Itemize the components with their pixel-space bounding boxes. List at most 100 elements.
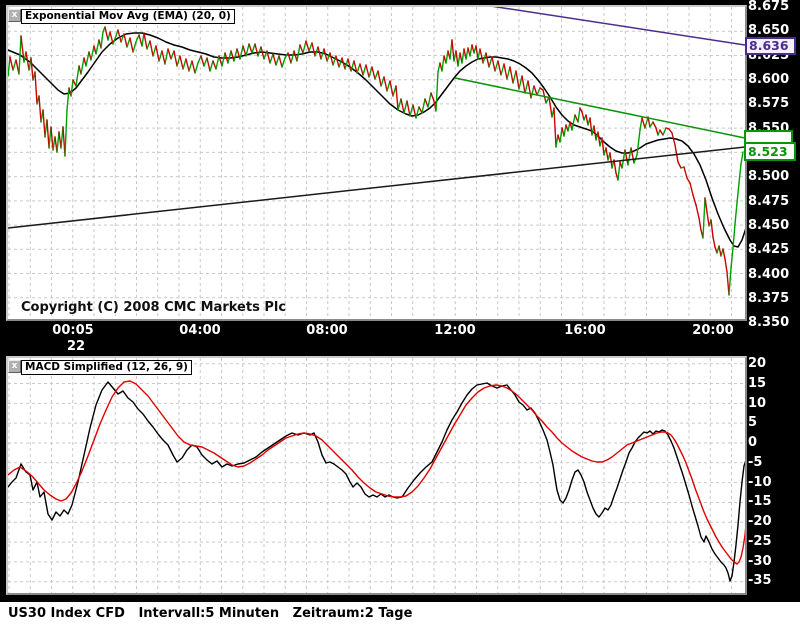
- price-segment: [627, 147, 632, 166]
- close-icon[interactable]: x: [8, 360, 21, 373]
- price-segment: [722, 248, 726, 260]
- price-segment: [359, 63, 364, 76]
- price-segment: [194, 62, 199, 74]
- price-segment: [563, 124, 567, 137]
- status-text: US30 Index CFD Intervall:5 Minuten Zeitr…: [8, 606, 413, 621]
- price-segment: [290, 50, 295, 64]
- trendline-descending-green[interactable]: [454, 77, 745, 139]
- price-segment: [302, 40, 307, 54]
- macd-indicator-tag: x MACD Simplified (12, 26, 9): [8, 360, 192, 375]
- macd-axis-tick: -35: [748, 573, 772, 588]
- price-segment: [386, 80, 391, 92]
- price-chart-panel: x Exponential Mov Avg (EMA) (20, 0) Copy…: [6, 5, 747, 321]
- price-segment: [299, 44, 304, 54]
- price-segment: [212, 60, 217, 70]
- price-segment: [380, 76, 385, 87]
- price-axis: 8.6758.6508.6258.6008.5758.5508.5258.500…: [748, 0, 800, 625]
- macd-axis-tick: -30: [748, 554, 772, 569]
- price-segment: [34, 71, 38, 105]
- price-segment: [593, 125, 597, 141]
- macd-indicator-label[interactable]: MACD Simplified (12, 26, 9): [21, 360, 192, 375]
- price-segment: [530, 85, 535, 99]
- time-axis-label: 12:00: [434, 323, 476, 338]
- price-segment: [66, 87, 70, 111]
- price-segment: [710, 219, 714, 238]
- macd-axis-tick: -20: [748, 514, 772, 529]
- price-segment: [209, 60, 214, 72]
- price-segment: [8, 56, 11, 77]
- price-segment: [718, 245, 722, 257]
- price-segment: [64, 109, 68, 157]
- copyright-text: Copyright (C) 2008 CMC Markets Plc: [21, 300, 287, 315]
- price-segment: [308, 42, 313, 52]
- macd-axis-tick: 5: [748, 415, 758, 430]
- price-segment: [734, 202, 738, 225]
- price-segment: [617, 161, 621, 181]
- price-segment: [728, 267, 732, 296]
- price-segment: [577, 107, 581, 123]
- price-segment: [38, 95, 42, 123]
- price-segment: [12, 59, 17, 71]
- price-segment: [597, 131, 601, 147]
- price-segment: [383, 76, 388, 92]
- ema-indicator-label[interactable]: Exponential Mov Avg (EMA) (20, 0): [21, 9, 235, 24]
- price-segment: [605, 147, 609, 161]
- price-segment: [362, 64, 367, 76]
- price-segment: [149, 40, 154, 57]
- price-segment: [488, 56, 493, 68]
- price-segment: [30, 57, 34, 81]
- price-axis-tick: 8.600: [748, 72, 790, 87]
- trend-level-box-purple: 8.636: [745, 37, 796, 55]
- price-axis-tick: 8.350: [748, 315, 790, 330]
- price-segment: [254, 43, 259, 57]
- price-segment: [738, 163, 742, 184]
- price-segment: [581, 111, 585, 121]
- price-segment: [435, 71, 439, 112]
- trendline-descending-purple[interactable]: [471, 7, 745, 46]
- price-segment: [230, 50, 235, 62]
- close-icon[interactable]: x: [8, 9, 21, 22]
- price-chart-canvas[interactable]: [8, 7, 745, 319]
- price-segment: [451, 39, 455, 62]
- price-segment: [173, 50, 178, 67]
- price-segment: [555, 134, 559, 148]
- time-axis-label: 00:05: [52, 323, 94, 338]
- price-segment: [712, 236, 716, 248]
- price-segment: [736, 182, 740, 204]
- price-segment: [311, 42, 316, 57]
- price-segment: [123, 33, 128, 48]
- price-segment: [365, 64, 370, 78]
- macd-axis-tick: -25: [748, 534, 772, 549]
- price-axis-tick: 8.475: [748, 194, 790, 209]
- price-segment: [104, 26, 109, 41]
- macd-chart-canvas[interactable]: [8, 358, 745, 593]
- macd-axis: 20 15 10 5 0 -5 -10 -15 -20 -25 -30 -35: [748, 0, 800, 625]
- price-segment: [639, 117, 643, 131]
- price-segment: [182, 58, 187, 70]
- ema-indicator-tag: x Exponential Mov Avg (EMA) (20, 0): [8, 9, 235, 24]
- price-segment: [126, 37, 131, 48]
- price-segment: [185, 58, 190, 72]
- trendline-ascending-black[interactable]: [8, 146, 745, 229]
- time-axis-label: 16:00: [564, 323, 606, 338]
- price-segment: [278, 55, 283, 68]
- macd-axis-tick: -15: [748, 494, 772, 509]
- price-segment: [491, 56, 496, 72]
- price-segment: [503, 63, 508, 80]
- price-segment: [706, 211, 710, 227]
- price-axis-tick: 8.425: [748, 242, 790, 257]
- macd-axis-tick: 10: [748, 396, 767, 411]
- price-segment: [203, 57, 208, 67]
- price-segment: [500, 63, 505, 76]
- price-segment: [132, 41, 137, 53]
- macd-axis-tick: -5: [748, 455, 763, 470]
- price-segment: [191, 60, 196, 74]
- price-segment: [589, 117, 593, 136]
- price-segment: [536, 87, 541, 96]
- price-segment: [161, 50, 166, 65]
- price-segment: [609, 152, 613, 169]
- price-axis-tick: 8.375: [748, 291, 790, 306]
- price-segment: [158, 50, 163, 62]
- price-segment: [100, 31, 104, 49]
- chart-window: x Exponential Mov Avg (EMA) (20, 0) Copy…: [0, 0, 800, 625]
